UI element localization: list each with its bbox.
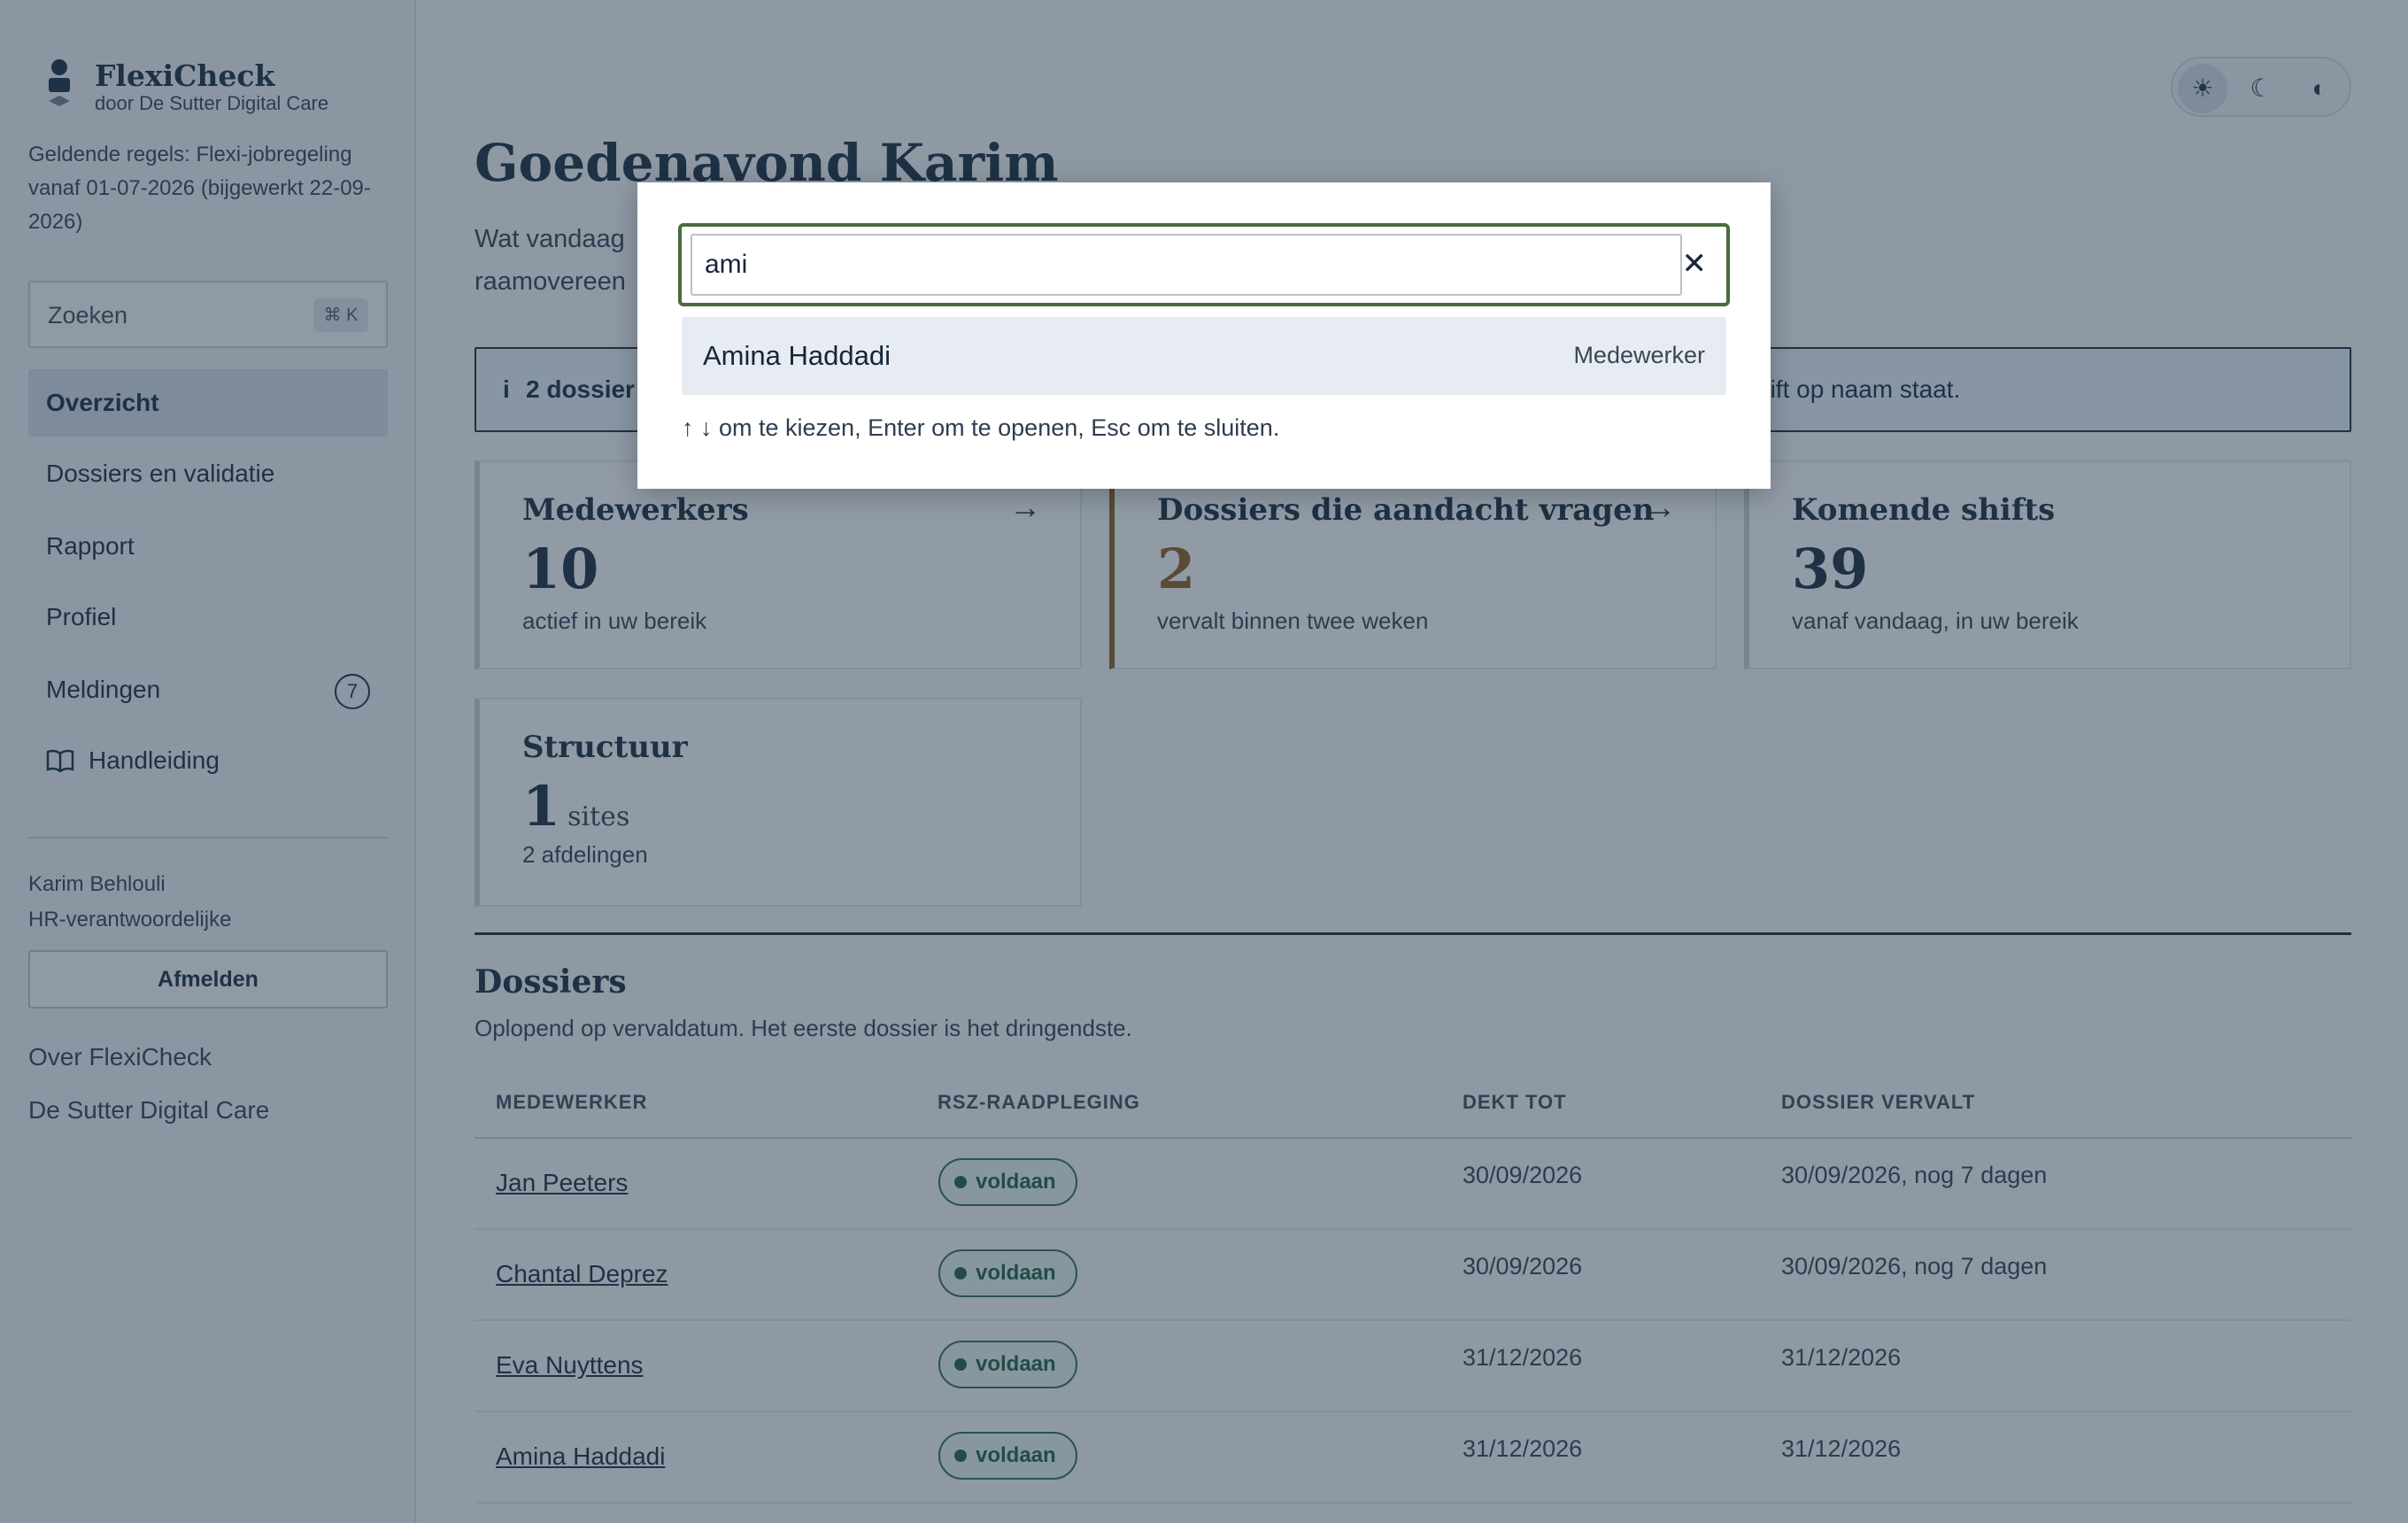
keyboard-hint: ↑ ↓ om te kiezen, Enter om te openen, Es… [682, 414, 1280, 441]
command-search-input[interactable] [691, 234, 1682, 296]
command-search-wrapper: ✕ [678, 223, 1730, 306]
close-icon[interactable]: ✕ [1682, 246, 1708, 282]
search-result[interactable]: Amina Haddadi Medewerker [682, 317, 1726, 395]
command-palette: ✕ Amina Haddadi Medewerker ↑ ↓ om te kie… [637, 182, 1771, 489]
result-name: Amina Haddadi [703, 340, 891, 371]
result-type: Medewerker [1573, 342, 1705, 368]
